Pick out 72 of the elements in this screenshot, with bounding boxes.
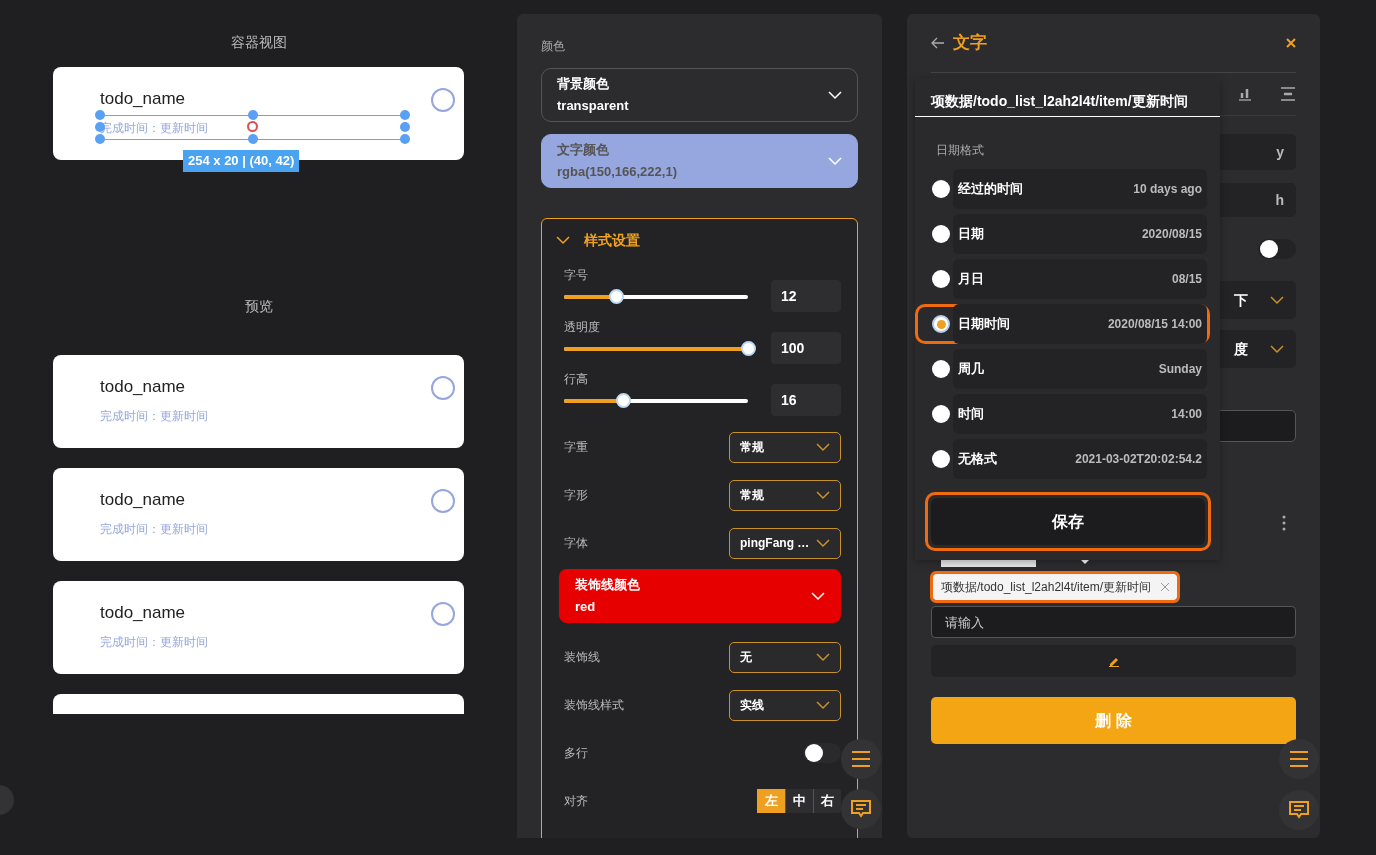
text-input[interactable]: 请输入 — [931, 606, 1296, 638]
data-path: 项数据/todo_list_l2ah2l4t/item/更新时间 — [915, 78, 1220, 117]
option-label: 时间 — [958, 405, 984, 424]
slider-label: 行高 — [564, 371, 589, 387]
size-label: 254 x 20 | (40, 42) — [183, 150, 300, 172]
select-field[interactable]: pingFang … — [729, 527, 841, 559]
input-suffix: y — [1276, 142, 1284, 162]
input-suffix: h — [1275, 190, 1284, 210]
select-value: 实线 — [740, 697, 764, 714]
binding-tag[interactable]: 项数据/todo_list_l2ah2l4t/item/更新时间 — [933, 574, 1178, 600]
picker-label: 装饰线颜色 — [575, 576, 640, 594]
option-label: 日期 — [958, 225, 984, 244]
option-example: Sunday — [1158, 361, 1202, 378]
picker-value: transparent — [557, 97, 629, 115]
todo-title: todo_name — [100, 376, 186, 398]
canvas-title: 容器视图 — [230, 33, 287, 51]
todo-subtitle: 完成时间：更新时间 — [100, 408, 208, 425]
color-picker[interactable]: 装饰线颜色 red — [559, 569, 841, 623]
field-label: 多行 — [564, 745, 588, 762]
select-field[interactable]: 无 — [729, 641, 841, 673]
field-label: 字形 — [564, 487, 588, 504]
select-field[interactable]: 实线 — [729, 689, 841, 721]
panel-title: 文字 — [953, 32, 987, 55]
option-example: 14:00 — [1171, 406, 1202, 423]
picker-value: rgba(150,166,222,1) — [557, 163, 677, 181]
option-example: 2020/08/15 14:00 — [1107, 316, 1202, 333]
picker-label: 背景颜色 — [557, 75, 610, 93]
option-example: 10 days ago — [1133, 181, 1202, 198]
option-label: 日期时间 — [958, 315, 1010, 334]
select-value: 常规 — [740, 439, 764, 456]
number-field[interactable]: 12 — [771, 280, 841, 312]
number-field[interactable]: 16 — [771, 384, 841, 416]
select-value: 常规 — [740, 487, 764, 504]
picker-label: 文字颜色 — [557, 141, 610, 159]
option-label: 无格式 — [958, 450, 997, 469]
option-label: 经过的时间 — [958, 180, 1023, 199]
todo-title: todo_name — [100, 489, 186, 511]
slider-label: 字号 — [564, 267, 589, 283]
field-label: 装饰线样式 — [564, 697, 624, 714]
field-label: 对齐 — [564, 793, 588, 810]
tag-label: 项数据/todo_list_l2ah2l4t/item/更新时间 — [941, 579, 1152, 596]
todo-title: todo_name — [100, 602, 186, 624]
option-example: 2020/08/15 — [1141, 226, 1202, 243]
field-label: 字重 — [564, 439, 588, 456]
select-value: pingFang … — [740, 535, 810, 552]
section-title: 样式设置 — [584, 230, 640, 250]
option-example: 2021-03-02T20:02:54.2 — [1075, 451, 1202, 468]
option-example: 08/15 — [1171, 271, 1202, 288]
select-field[interactable]: 常规 — [729, 479, 841, 511]
picker-value: red — [575, 598, 597, 616]
format-option[interactable]: 日期时间 2020/08/15 14:00 — [915, 304, 1210, 344]
select-value: 下 — [1234, 290, 1248, 310]
align-option[interactable]: 中 — [785, 789, 813, 813]
select-value: 度 — [1234, 339, 1248, 359]
option-label: 周几 — [958, 360, 984, 379]
color-picker[interactable]: 背景颜色 transparent — [541, 68, 858, 122]
option-label: 月日 — [958, 270, 984, 289]
todo-title: todo_name — [100, 88, 186, 110]
preview-title: 预览 — [244, 297, 273, 315]
slider-label: 透明度 — [564, 319, 601, 335]
section-label: 日期格式 — [935, 142, 985, 159]
select-value: 无 — [740, 649, 752, 666]
align-option[interactable]: 右 — [813, 789, 841, 813]
section-header[interactable]: 样式设置 — [556, 219, 841, 259]
todo-subtitle: 完成时间：更新时间 — [100, 521, 208, 538]
todo-subtitle: 完成时间：更新时间 — [100, 634, 208, 651]
select-field[interactable]: 常规 — [729, 431, 841, 463]
field-label: 字体 — [564, 535, 588, 552]
field-label: 装饰线 — [564, 649, 600, 666]
section-label: 颜色 — [541, 38, 566, 54]
number-field[interactable]: 100 — [771, 332, 841, 364]
save-button[interactable]: 保存 — [931, 498, 1205, 545]
